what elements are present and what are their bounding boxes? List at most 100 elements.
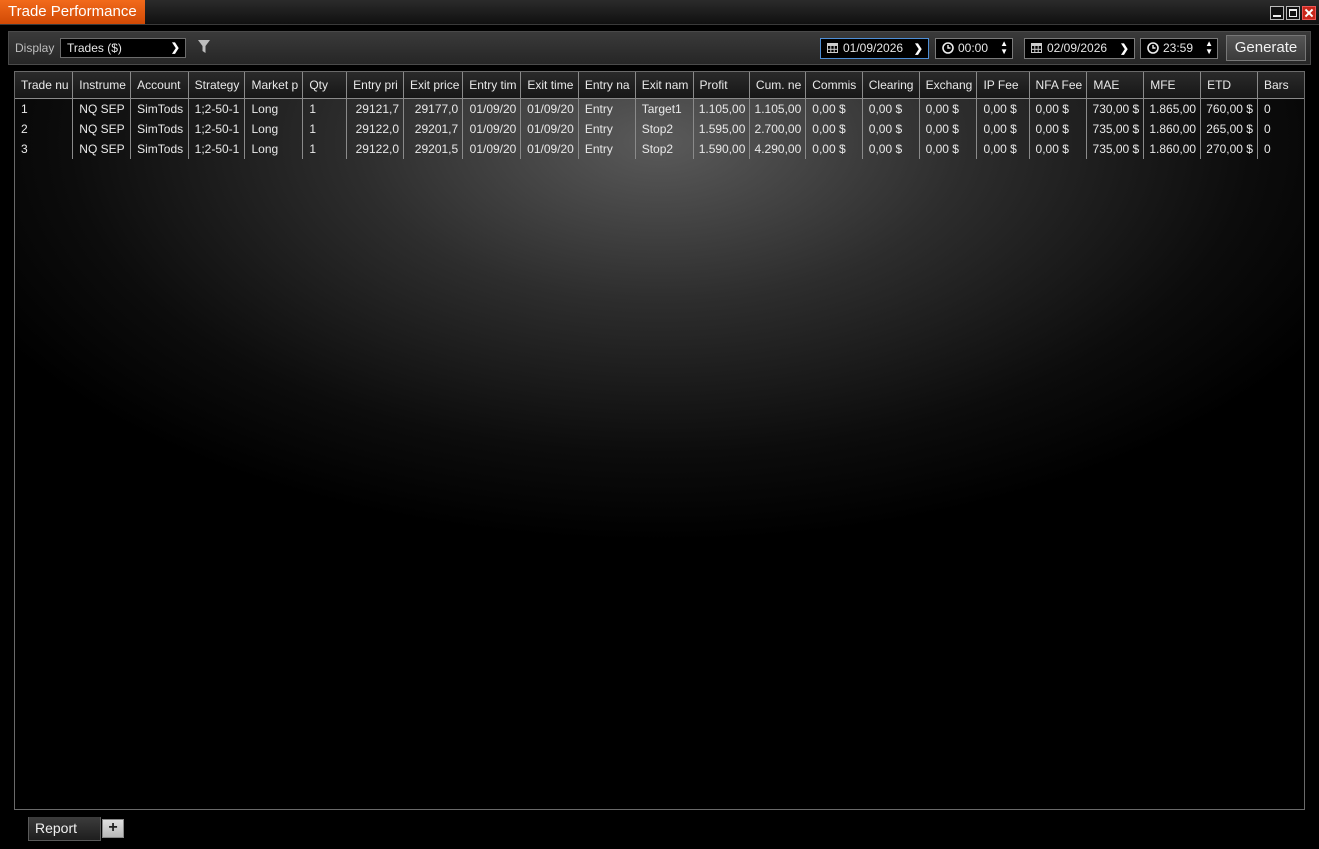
table-cell: 0,00 $ [1029,139,1088,159]
chevron-down-icon[interactable]: ❯ [1120,40,1129,59]
table-cell: 0,00 $ [1029,119,1088,139]
column-header[interactable]: Instrume [72,72,132,99]
time-spinner-icon[interactable]: ▲ ▼ [1000,40,1008,56]
column-header[interactable]: Strategy [188,72,246,99]
table-cell: 265,00 $ [1200,119,1258,139]
table-cell: Long [244,139,304,159]
display-label: Display [15,41,55,55]
table-cell: 29201,5 [403,139,464,159]
window-controls [1270,6,1316,20]
table-cell: 1 [302,98,348,119]
table-header-row: Trade nu Instrume Account Strategy Marke… [15,72,1304,99]
table-cell: Stop2 [635,119,694,139]
table-cell: 01/09/20 [462,119,522,139]
from-date-value: 01/09/2026 [843,41,904,55]
table-cell: 0 [1263,102,1271,116]
table-cell: 01/09/20 [520,139,579,159]
from-time-picker[interactable]: 00:00 ▲ ▼ [935,38,1013,59]
column-header[interactable]: Market p [244,72,304,99]
table-cell: 0,00 $ [919,139,978,159]
table-cell: 1.105,00 [693,98,751,119]
tab-report[interactable]: Report [28,817,101,841]
column-header[interactable]: Qty [302,72,348,99]
table-cell: 29121,7 [346,98,405,119]
to-date-picker[interactable]: 02/09/2026 ❯ [1024,38,1135,59]
column-header[interactable]: Exit price [403,72,464,99]
column-header[interactable]: Profit [693,72,751,99]
column-header[interactable]: Clearing [862,72,920,99]
column-header[interactable]: Entry na [578,72,636,99]
column-header[interactable]: IP Fee [976,72,1030,99]
table-cell: 1 [302,139,348,159]
table-cell: 29201,7 [403,119,464,139]
clock-icon [1147,42,1159,54]
column-header[interactable]: MAE [1086,72,1145,99]
table-cell: 760,00 $ [1200,98,1258,119]
table-cell: 1 [302,119,348,139]
table-cell: 2 [15,119,74,139]
table-cell: 735,00 $ [1086,139,1145,159]
table-cell: 1.865,00 [1143,98,1202,119]
chevron-down-icon[interactable]: ❯ [914,40,923,59]
table-cell: 3 [15,139,74,159]
table-cell: Entry [578,98,636,119]
to-time-value: 23:59 [1163,41,1194,55]
table-cell: 1;2-50-1 [188,98,246,119]
minimize-button[interactable] [1270,6,1284,20]
column-header[interactable]: NFA Fee [1029,72,1088,99]
table-cell: 0,00 $ [976,139,1030,159]
table-cell: 0,00 $ [862,98,920,119]
table-cell: 4.290,00 [749,139,807,159]
generate-button[interactable]: Generate [1226,35,1306,61]
filter-icon[interactable] [198,40,210,54]
table-cell: 01/09/20 [462,139,522,159]
from-date-picker[interactable]: 01/09/2026 ❯ [820,38,929,59]
table-row[interactable]: 3 NQ SEP SimTods 1;2-50-1 Long 1 29122,0… [15,139,1304,159]
table-cell: 0,00 $ [805,139,863,159]
close-button[interactable] [1302,6,1316,20]
add-tab-button[interactable]: + [102,819,124,838]
table-cell: 1.860,00 [1143,139,1202,159]
table-cell: Long [244,119,304,139]
table-cell: Entry [578,139,636,159]
chevron-down-icon: ❯ [170,42,180,54]
table-cell: 2.700,00 [749,119,807,139]
column-header[interactable]: Commis [805,72,863,99]
column-header[interactable]: Exchang [919,72,978,99]
table-cell: 0,00 $ [862,139,920,159]
table-cell: 0,00 $ [919,119,978,139]
table-cell: SimTods [130,119,189,139]
title-bar: Trade Performance [0,0,1319,25]
table-cell: 0,00 $ [976,119,1030,139]
table-cell: 29122,0 [346,139,405,159]
table-row[interactable]: 2 NQ SEP SimTods 1;2-50-1 Long 1 29122,0… [15,119,1304,139]
display-dropdown[interactable]: Trades ($) ❯ [60,38,186,58]
calendar-icon [827,43,838,53]
table-cell: 1 [15,98,74,119]
table-cell: 735,00 $ [1086,119,1145,139]
display-value: Trades ($) [67,41,122,55]
column-header[interactable]: Entry pri [346,72,405,99]
table-cell: 29122,0 [346,119,405,139]
column-header[interactable]: ETD [1200,72,1258,99]
column-header[interactable]: Exit nam [635,72,694,99]
table-cell: 01/09/20 [520,98,579,119]
time-spinner-icon[interactable]: ▲ ▼ [1205,40,1213,56]
column-header[interactable]: Trade nu [15,72,74,99]
column-header[interactable]: Cum. ne [749,72,807,99]
table-cell: Stop2 [635,139,694,159]
column-header[interactable]: Exit time [520,72,579,99]
column-header[interactable]: Bars [1257,72,1304,99]
column-header[interactable]: Account [130,72,189,99]
table-cell: 0,00 $ [862,119,920,139]
column-header[interactable]: Entry tim [462,72,522,99]
table-cell: NQ SEP [72,139,132,159]
from-time-value: 00:00 [958,41,989,55]
table-cell: SimTods [130,139,189,159]
to-time-picker[interactable]: 23:59 ▲ ▼ [1140,38,1218,59]
table-cell: 730,00 $ [1086,98,1145,119]
window-title: Trade Performance [0,0,145,24]
maximize-button[interactable] [1286,6,1300,20]
column-header[interactable]: MFE [1143,72,1202,99]
table-row[interactable]: 1 NQ SEP SimTods 1;2-50-1 Long 1 29121,7… [15,98,1304,119]
